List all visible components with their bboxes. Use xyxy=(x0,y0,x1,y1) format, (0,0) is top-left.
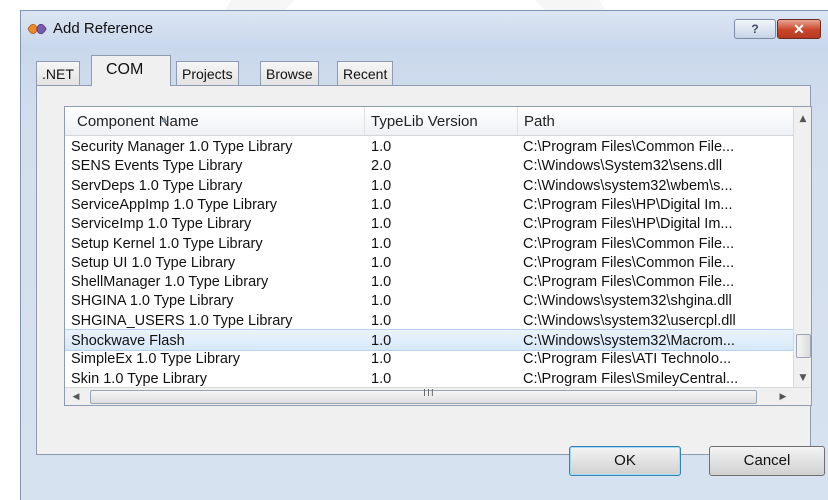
column-header-component-name[interactable]: ▲ Component Name xyxy=(65,107,365,135)
scroll-right-icon[interactable]: ▶ xyxy=(774,388,792,405)
column-label: Component Name xyxy=(77,113,199,130)
horizontal-scroll-thumb[interactable]: III xyxy=(90,388,757,404)
scroll-up-icon[interactable]: ▲ xyxy=(794,110,811,128)
tab-com[interactable]: COM xyxy=(91,55,171,86)
tab-projects[interactable]: Projects xyxy=(176,61,239,85)
column-header-typelib-version[interactable]: TypeLib Version xyxy=(365,107,518,135)
column-header-path[interactable]: Path xyxy=(518,107,793,135)
scroll-left-icon[interactable]: ◀ xyxy=(67,388,85,405)
component-list[interactable]: ▲ Component Name TypeLib Version Path Se… xyxy=(64,106,812,406)
list-header: ▲ Component Name TypeLib Version Path xyxy=(65,107,793,136)
scroll-grip: III xyxy=(423,388,435,399)
tab-dotnet[interactable]: .NET xyxy=(36,61,80,85)
cancel-button[interactable]: Cancel xyxy=(709,446,825,476)
add-reference-dialog: Add Reference ? ✕ .NET COM Projects Brow… xyxy=(20,10,828,500)
sort-ascending-icon: ▲ xyxy=(160,114,169,124)
horizontal-scrollbar[interactable]: ◀ III ▶ xyxy=(65,387,811,405)
help-button[interactable]: ? xyxy=(734,19,776,39)
vertical-scroll-thumb[interactable] xyxy=(796,334,811,358)
tab-browse[interactable]: Browse xyxy=(260,61,319,85)
scroll-down-icon[interactable]: ▼ xyxy=(794,369,811,387)
visual-studio-icon xyxy=(27,23,47,35)
dialog-title: Add Reference xyxy=(53,20,154,37)
ok-button[interactable]: OK xyxy=(569,446,681,476)
vertical-scrollbar[interactable]: ▲ ▼ xyxy=(793,107,811,387)
tab-recent[interactable]: Recent xyxy=(337,61,394,85)
close-button[interactable]: ✕ xyxy=(777,19,821,39)
